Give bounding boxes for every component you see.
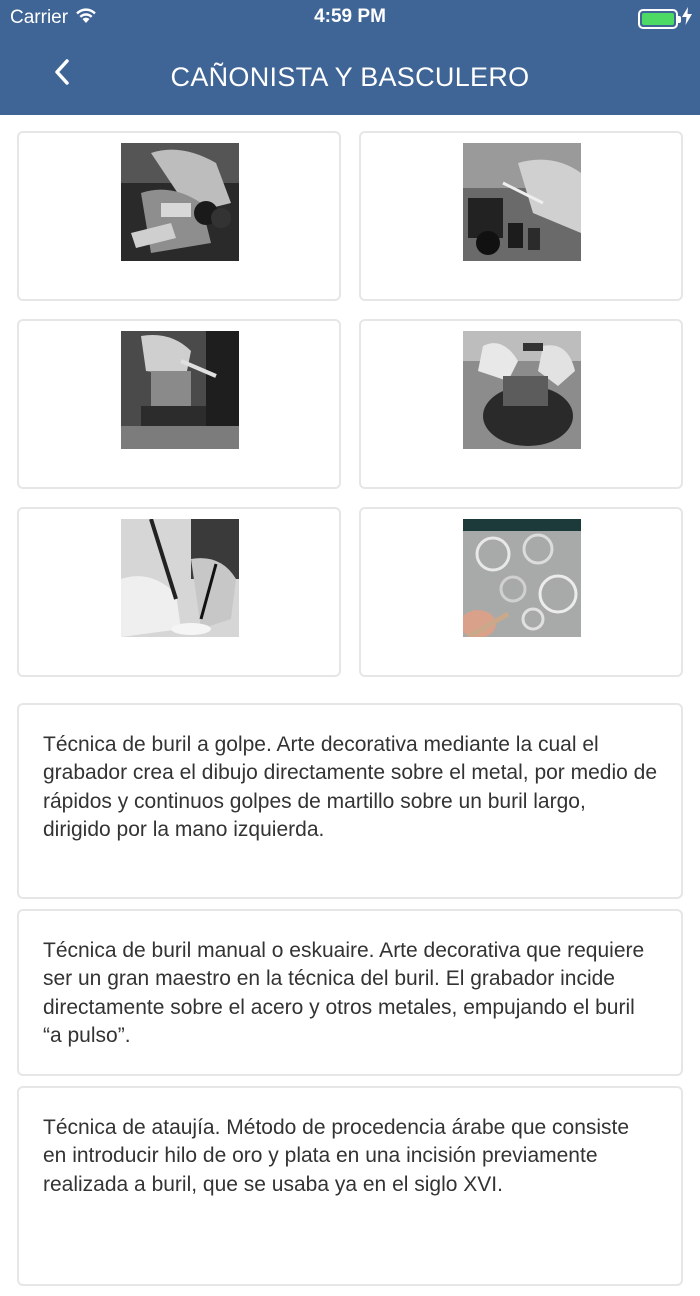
navigation-bar: CAÑONISTA Y BASCULERO: [0, 36, 700, 115]
image-gallery: [17, 131, 683, 677]
gallery-tile[interactable]: [359, 319, 683, 489]
description-card: Técnica de buril manual o eskuaire. Arte…: [17, 909, 683, 1076]
engraving-tools-photo: [463, 143, 581, 261]
app-header: Carrier 4:59 PM CAÑONISTA Y BASCULERO: [0, 0, 700, 115]
gallery-tile[interactable]: [359, 131, 683, 301]
description-card: Técnica de ataujía. Método de procedenci…: [17, 1086, 683, 1286]
page-title: CAÑONISTA Y BASCULERO: [170, 62, 530, 92]
status-bar: Carrier 4:59 PM: [0, 0, 700, 36]
battery-group: [638, 7, 692, 31]
battery-icon: [638, 9, 681, 29]
gallery-tile[interactable]: [17, 319, 341, 489]
gallery-tile[interactable]: [359, 507, 683, 677]
craftsman-vise-photo: [121, 143, 239, 261]
hand-burin-photo: [121, 519, 239, 637]
gallery-tile[interactable]: [17, 131, 341, 301]
gallery-tile[interactable]: [17, 507, 341, 677]
battery-level: [642, 13, 674, 25]
hammer-chisel-engraving-photo: [463, 331, 581, 449]
gun-mechanism-vise-photo: [121, 331, 239, 449]
description-card: Técnica de buril a golpe. Arte decorativ…: [17, 703, 683, 899]
engraved-metal-plate-photo: [463, 519, 581, 637]
charging-bolt-icon: [682, 7, 692, 31]
status-time: 4:59 PM: [314, 6, 386, 27]
description-list: Técnica de buril a golpe. Arte decorativ…: [17, 703, 683, 1296]
